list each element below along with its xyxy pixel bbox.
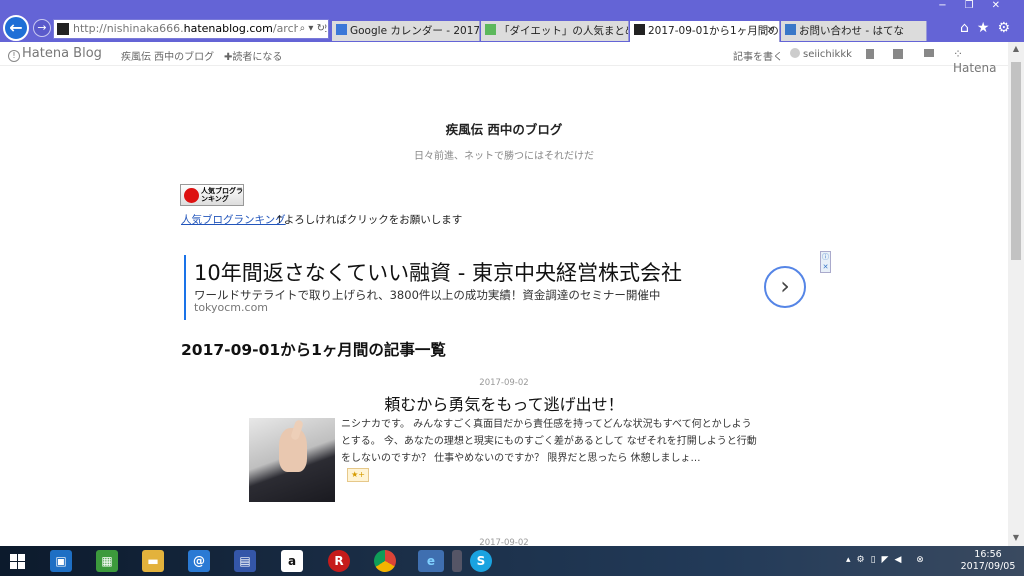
file-explorer-icon[interactable]: ▣ xyxy=(50,550,72,572)
clock-date: 2017/09/05 xyxy=(960,561,1016,572)
user-menu[interactable]: seiichikkk xyxy=(790,48,852,60)
hatena-logo-icon: ⁘ xyxy=(953,47,964,61)
tab-label: 2017-09-01から1ヶ月間の... xyxy=(648,25,780,37)
entry-thumbnail[interactable] xyxy=(249,418,335,502)
entry-title[interactable]: 頼むから勇気をもって逃げ出せ！ xyxy=(0,391,1008,415)
write-article-link[interactable]: 記事を書く xyxy=(733,48,783,63)
hatena-blog-logo[interactable]: ! Hatena Blog xyxy=(8,46,102,62)
skype-icon[interactable]: S xyxy=(470,550,492,572)
blog-description: 日々前進、ネットで勝つにはそれだけだ xyxy=(414,151,594,162)
blog-title[interactable]: 疾風伝 西中のブログ xyxy=(0,119,1008,138)
system-tray[interactable]: ▴⚙▯◤◀ ⊗ xyxy=(846,555,930,565)
tab-google-calendar[interactable]: Google カレンダー - 2017年 9... xyxy=(332,21,480,41)
ad-info-icon[interactable]: ⓘ ✕ xyxy=(820,251,831,273)
tab-diet-matome[interactable]: 「ダイエット」の人気まとめ一覧 - ... xyxy=(481,21,629,41)
entry-summary: ニシナカです。 みんなすごく真面目だから責任感を持ってどんな状況もすべて何とかし… xyxy=(341,419,757,464)
remote-icon[interactable]: ▤ xyxy=(234,550,256,572)
entry-date: 2017-09-02 xyxy=(479,378,529,388)
calendar-icon xyxy=(336,24,347,35)
close-tab-icon[interactable]: ✕ xyxy=(767,21,775,41)
ranking-banner[interactable]: 人気ブログランキング xyxy=(180,184,244,206)
logo-text: Hatena Blog xyxy=(22,46,102,61)
forward-button[interactable]: → xyxy=(33,19,51,37)
unknown-icon[interactable] xyxy=(452,550,462,572)
hatena-bar: ! Hatena Blog 疾風伝 西中のブログ ✚読者になる 記事を書く sei… xyxy=(0,42,1008,75)
blog-name-link[interactable]: 疾風伝 西中のブログ xyxy=(121,48,214,63)
page-icon xyxy=(485,24,496,35)
hatena-logo-icon: ! xyxy=(8,50,20,62)
scroll-up-icon[interactable]: ▲ xyxy=(1008,44,1024,53)
hatena-favicon-icon xyxy=(57,23,69,35)
notification-icon[interactable] xyxy=(924,49,934,57)
folder-icon[interactable]: ▬ xyxy=(142,550,164,572)
window-controls[interactable]: −❐✕ xyxy=(938,0,1018,14)
hatena-menu[interactable]: ⁘ Hatena xyxy=(953,47,1008,75)
bookmark-icon[interactable] xyxy=(866,49,874,59)
start-button[interactable] xyxy=(10,554,26,570)
amazon-icon[interactable]: a xyxy=(281,550,303,572)
clock-time: 16:56 xyxy=(974,549,1002,560)
ad-url[interactable]: tokyocm.com xyxy=(194,301,268,314)
hatena-label: Hatena xyxy=(953,61,997,75)
mail-icon[interactable]: @ xyxy=(188,550,210,572)
archive-heading: 2017-09-01から1ヶ月間の記事一覧 xyxy=(181,341,446,359)
username: seiichikkk xyxy=(803,49,852,60)
tab-archive-active[interactable]: 2017-09-01から1ヶ月間の... ✕ xyxy=(630,21,780,42)
ranking-logo-icon xyxy=(184,188,199,203)
scroll-down-icon[interactable]: ▼ xyxy=(1008,533,1024,542)
vertical-scrollbar[interactable]: ▲ ▼ xyxy=(1008,42,1024,546)
tab-label: 「ダイエット」の人気まとめ一覧 - ... xyxy=(499,25,628,37)
address-bar[interactable]: http://nishinaka666.hatenablog.com/archi… xyxy=(53,19,329,39)
ie-icon[interactable]: e xyxy=(418,550,444,572)
page-icon xyxy=(785,24,796,35)
ranking-message: ↑よろしければクリックをお願いします xyxy=(275,214,463,226)
ranking-link[interactable]: 人気ブログランキング xyxy=(181,212,286,227)
ranking-banner-text: 人気ブログランキング xyxy=(201,187,243,203)
url-domain: hatenablog.com xyxy=(183,22,273,35)
tab-label: お問い合わせ - はてな xyxy=(799,25,904,37)
grid-icon[interactable] xyxy=(893,49,903,59)
address-tools-icon[interactable]: ⌕ ▾ ↻ xyxy=(297,20,325,38)
url-prefix: http://nishinaka666. xyxy=(73,22,184,35)
tab-inquiry[interactable]: お問い合わせ - はてな xyxy=(781,21,927,41)
clock[interactable]: 16:56 2017/09/05 xyxy=(958,549,1018,573)
rakuten-icon[interactable]: R xyxy=(328,550,350,572)
avatar xyxy=(790,48,800,58)
ad-block[interactable]: 10年間返さなくていい融資 - 東京中央経営株式会社 ワールドサテライトで取り上… xyxy=(184,255,809,320)
toolbar-icons[interactable]: ⌂★⚙ xyxy=(960,20,1018,36)
ad-title[interactable]: 10年間返さなくていい融資 - 東京中央経営株式会社 xyxy=(194,257,682,287)
tab-label: Google カレンダー - 2017年 9... xyxy=(350,25,480,37)
subscribe-button[interactable]: ✚読者になる xyxy=(224,48,282,63)
back-button[interactable]: ← xyxy=(3,15,29,41)
store-icon[interactable]: ▦ xyxy=(96,550,118,572)
scroll-thumb[interactable] xyxy=(1011,62,1021,260)
chrome-icon[interactable] xyxy=(374,550,396,572)
windows-taskbar: ▣ ▦ ▬ @ ▤ a R e S ▴⚙▯◤◀ ⊗ 16:56 2017/09/0… xyxy=(0,546,1024,576)
add-star-button[interactable]: ★+ xyxy=(347,468,369,482)
hatena-favicon-icon xyxy=(634,24,645,35)
browser-chrome: ← → http://nishinaka666.hatenablog.com/a… xyxy=(0,0,1024,42)
chevron-right-icon[interactable]: › xyxy=(764,266,806,308)
